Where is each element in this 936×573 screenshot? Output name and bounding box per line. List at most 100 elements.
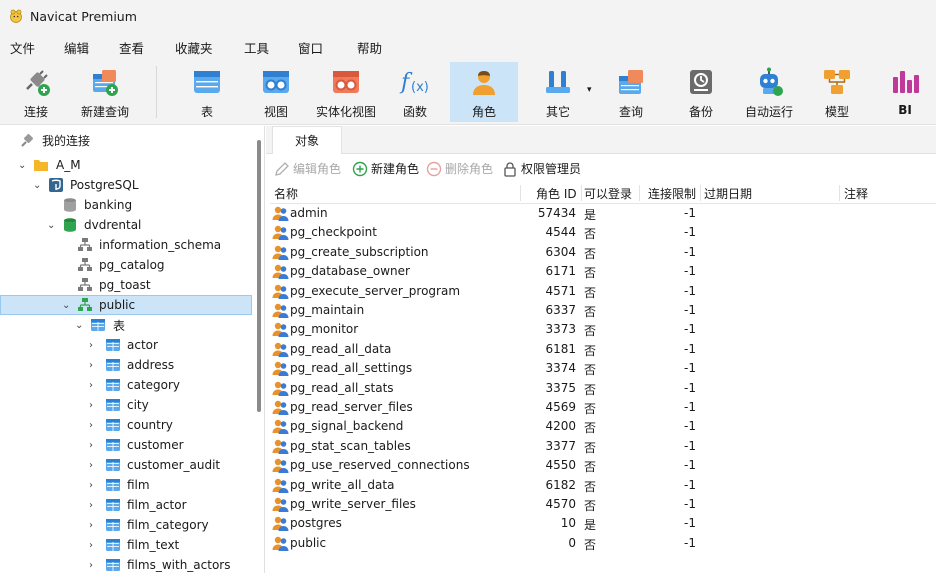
- tree-schema-pg-toast[interactable]: pg_toast: [0, 275, 252, 295]
- chevron-right-icon[interactable]: ›: [89, 440, 93, 451]
- role-row[interactable]: public 0 否 -1: [270, 534, 936, 553]
- chevron-right-icon[interactable]: ›: [89, 460, 93, 471]
- role-row[interactable]: pg_database_owner 6171 否 -1: [270, 262, 936, 281]
- tree-db-banking[interactable]: banking: [0, 195, 252, 215]
- role-row[interactable]: pg_use_reserved_connections 4550 否 -1: [270, 456, 936, 475]
- role-name: pg_read_server_files: [290, 400, 413, 414]
- automation-button[interactable]: 自动运行: [742, 62, 796, 122]
- bi-button[interactable]: BI: [884, 62, 926, 122]
- backup-button[interactable]: 备份: [676, 62, 726, 122]
- column-divider[interactable]: [639, 185, 640, 201]
- tree-schema-information-schema[interactable]: information_schema: [0, 235, 252, 255]
- connect-button[interactable]: 连接: [12, 62, 60, 122]
- table-button[interactable]: 表: [183, 62, 231, 122]
- chevron-down-icon[interactable]: ⌄: [18, 160, 26, 171]
- role-row[interactable]: pg_execute_server_program 4571 否 -1: [270, 282, 936, 301]
- chevron-right-icon[interactable]: ›: [89, 380, 93, 391]
- view-button[interactable]: 视图: [251, 62, 301, 122]
- model-button[interactable]: 模型: [816, 62, 858, 122]
- tree-schema-pg-catalog[interactable]: pg_catalog: [0, 255, 252, 275]
- tree-group-a-m[interactable]: ⌄ A_M: [0, 155, 252, 175]
- menu-tools[interactable]: 工具: [244, 38, 269, 57]
- chevron-down-icon[interactable]: ⌄: [47, 220, 55, 231]
- tree-db-dvdrental[interactable]: ⌄ dvdrental: [0, 215, 252, 235]
- column-divider[interactable]: [581, 185, 582, 201]
- chevron-right-icon[interactable]: ›: [89, 500, 93, 511]
- role-row[interactable]: pg_write_all_data 6182 否 -1: [270, 476, 936, 495]
- tree-schema-public[interactable]: ⌄ public: [0, 295, 252, 315]
- tree-table-item[interactable]: › film_category: [0, 515, 252, 535]
- col-role-id[interactable]: 角色 ID: [536, 185, 577, 202]
- menu-window[interactable]: 窗口: [298, 38, 323, 57]
- new-query-button[interactable]: 新建查询: [74, 62, 136, 122]
- query-button[interactable]: 查询: [606, 62, 656, 122]
- role-row[interactable]: admin 57434 是 -1: [270, 204, 936, 223]
- chevron-right-icon[interactable]: ›: [89, 560, 93, 571]
- col-name[interactable]: 名称: [274, 185, 298, 202]
- tree-table-item[interactable]: › customer: [0, 435, 252, 455]
- edit-role-button[interactable]: 编辑角色: [274, 160, 341, 177]
- tab-objects[interactable]: 对象: [272, 126, 342, 154]
- tree-table-item[interactable]: › customer_audit: [0, 455, 252, 475]
- col-can-login[interactable]: 可以登录: [584, 185, 632, 202]
- view-label: 视图: [263, 105, 288, 119]
- chevron-down-icon[interactable]: ⌄: [33, 180, 41, 191]
- table-label: customer_audit: [127, 458, 221, 472]
- chevron-right-icon[interactable]: ›: [89, 360, 93, 371]
- role-row[interactable]: pg_checkpoint 4544 否 -1: [270, 223, 936, 242]
- role-row[interactable]: pg_monitor 3373 否 -1: [270, 320, 936, 339]
- tree-folder-tables[interactable]: ⌄ 表: [0, 315, 252, 335]
- role-row[interactable]: pg_create_subscription 6304 否 -1: [270, 243, 936, 262]
- delete-role-button[interactable]: 删除角色: [426, 160, 493, 177]
- role-row[interactable]: pg_maintain 6337 否 -1: [270, 301, 936, 320]
- function-button[interactable]: f (x) 函数: [392, 62, 438, 122]
- role-row[interactable]: postgres 10 是 -1: [270, 514, 936, 533]
- other-button[interactable]: 其它: [532, 62, 584, 122]
- tree-table-item[interactable]: › actor: [0, 335, 252, 355]
- tree-table-item[interactable]: › address: [0, 355, 252, 375]
- role-row[interactable]: pg_stat_scan_tables 3377 否 -1: [270, 437, 936, 456]
- chevron-right-icon[interactable]: ›: [89, 520, 93, 531]
- tree-table-item[interactable]: › films_with_actors: [0, 555, 252, 573]
- col-conn-limit[interactable]: 连接限制: [648, 185, 696, 202]
- tree-connection-postgresql[interactable]: ⌄ PostgreSQL: [0, 175, 252, 195]
- sidebar-scrollbar[interactable]: [257, 140, 261, 412]
- menu-help[interactable]: 帮助: [357, 38, 382, 57]
- menu-edit[interactable]: 编辑: [64, 38, 89, 57]
- my-connections-header[interactable]: 我的连接: [0, 130, 252, 150]
- menu-favorites[interactable]: 收藏夹: [175, 38, 213, 57]
- role-icon: [272, 535, 289, 552]
- chevron-right-icon[interactable]: ›: [89, 540, 93, 551]
- role-button[interactable]: 角色: [450, 62, 518, 122]
- role-row[interactable]: pg_signal_backend 4200 否 -1: [270, 417, 936, 436]
- object-actions-bar: 编辑角色 新建角色 删除角色 权限管理员: [266, 156, 936, 182]
- role-row[interactable]: pg_read_all_settings 3374 否 -1: [270, 359, 936, 378]
- privilege-manager-button[interactable]: 权限管理员: [502, 160, 581, 177]
- chevron-right-icon[interactable]: ›: [89, 400, 93, 411]
- menu-file[interactable]: 文件: [10, 38, 35, 57]
- tree-table-item[interactable]: › film_actor: [0, 495, 252, 515]
- chevron-down-icon[interactable]: ⌄: [75, 320, 83, 331]
- chevron-right-icon[interactable]: ›: [89, 340, 93, 351]
- chevron-right-icon[interactable]: ›: [89, 480, 93, 491]
- role-row[interactable]: pg_write_server_files 4570 否 -1: [270, 495, 936, 514]
- tree-table-item[interactable]: › film_text: [0, 535, 252, 555]
- other-dropdown-chevron-icon[interactable]: ▾: [587, 85, 592, 95]
- role-row[interactable]: pg_read_server_files 4569 否 -1: [270, 398, 936, 417]
- tree-table-item[interactable]: › category: [0, 375, 252, 395]
- col-expire[interactable]: 过期日期: [704, 185, 752, 202]
- column-divider[interactable]: [839, 185, 840, 201]
- materialized-view-button[interactable]: 实体化视图: [313, 62, 379, 122]
- column-divider[interactable]: [520, 185, 521, 201]
- new-role-button[interactable]: 新建角色: [352, 160, 419, 177]
- role-row[interactable]: pg_read_all_stats 3375 否 -1: [270, 379, 936, 398]
- role-row[interactable]: pg_read_all_data 6181 否 -1: [270, 340, 936, 359]
- tree-table-item[interactable]: › film: [0, 475, 252, 495]
- column-divider[interactable]: [700, 185, 701, 201]
- col-comment[interactable]: 注释: [844, 185, 868, 202]
- menu-view[interactable]: 查看: [119, 38, 144, 57]
- tree-table-item[interactable]: › city: [0, 395, 252, 415]
- chevron-down-icon[interactable]: ⌄: [62, 300, 70, 311]
- tree-table-item[interactable]: › country: [0, 415, 252, 435]
- chevron-right-icon[interactable]: ›: [89, 420, 93, 431]
